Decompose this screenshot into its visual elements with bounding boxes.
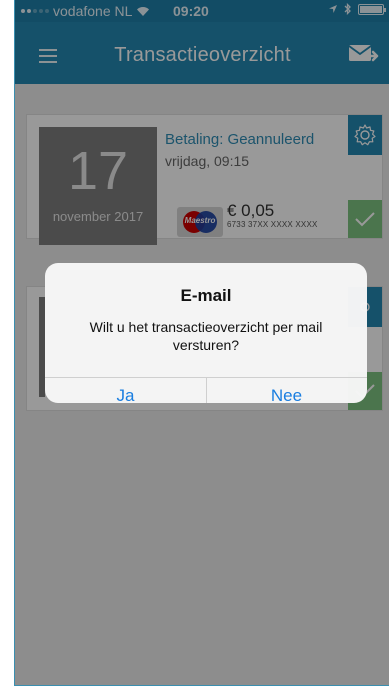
alert-message: Wilt u het transactieoverzicht per mail … [89,319,323,353]
email-alert-dialog: E-mail Wilt u het transactieoverzicht pe… [45,263,367,403]
alert-no-button[interactable]: Nee [206,378,367,403]
alert-title: E-mail [180,286,232,305]
phone-screen: vodafone NL 09:20 Transactieoverzicht 17… [14,0,389,686]
alert-yes-button[interactable]: Ja [45,378,206,403]
